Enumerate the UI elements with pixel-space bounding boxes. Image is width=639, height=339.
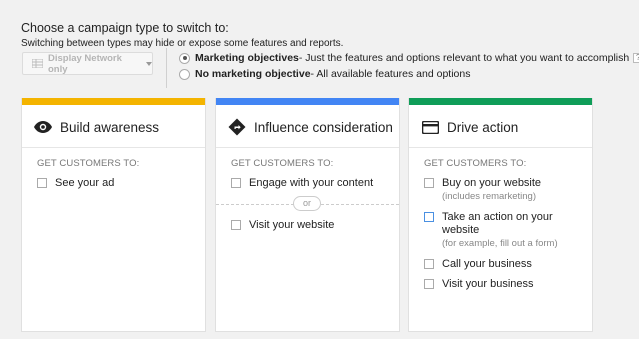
checkbox[interactable] — [424, 178, 434, 188]
option-label: Visit your website — [249, 219, 335, 231]
page-title: Choose a campaign type to switch to: — [21, 21, 229, 35]
checkbox[interactable] — [231, 220, 241, 230]
eye-icon — [34, 118, 52, 136]
card-divider — [409, 147, 592, 148]
option-visit-your-business[interactable]: Visit your business — [424, 278, 592, 290]
option-buy-on-website[interactable]: Buy on your website (includes remarketin… — [424, 177, 592, 203]
grid-icon — [31, 58, 44, 69]
or-label: or — [293, 196, 321, 211]
checkbox[interactable] — [424, 279, 434, 289]
get-customers-label: GET CUSTOMERS TO: — [37, 158, 140, 169]
option-label: See your ad — [55, 177, 115, 189]
option-take-action-on-website[interactable]: Take an action on your website (for exam… — [424, 211, 592, 250]
network-select-value: Display Network only — [48, 52, 122, 75]
radio-marketing-objectives[interactable]: Marketing objectives - Just the features… — [179, 52, 639, 64]
radio-label-desc: - Just the features and options relevant… — [298, 52, 630, 64]
radio-no-marketing-objective[interactable]: No marketing objective - All available f… — [179, 68, 470, 80]
radio-button-checked[interactable] — [179, 52, 190, 64]
option-sublabel: (includes remarketing) — [442, 191, 536, 202]
card-influence-consideration[interactable]: Influence consideration GET CUSTOMERS TO… — [215, 98, 400, 332]
checkbox[interactable] — [424, 259, 434, 269]
option-sublabel: (for example, fill out a form) — [442, 238, 558, 249]
option-label: Call your business — [442, 258, 532, 270]
card-title: Build awareness — [60, 119, 160, 135]
checkbox[interactable] — [231, 178, 241, 188]
credit-card-icon — [421, 118, 439, 136]
card-title: Drive action — [447, 119, 519, 135]
divider — [166, 48, 167, 88]
or-separator: or — [216, 195, 399, 213]
get-customers-label: GET CUSTOMERS TO: — [424, 158, 527, 169]
network-select[interactable]: Display Network only — [22, 52, 153, 75]
page-subtitle: Switching between types may hide or expo… — [21, 38, 344, 49]
directions-icon — [228, 118, 246, 136]
option-label: Take an action on your website — [442, 211, 553, 236]
help-icon[interactable]: ? — [633, 53, 639, 63]
option-label: Engage with your content — [249, 177, 374, 189]
radio-label-desc: - All available features and options — [310, 68, 471, 80]
chevron-down-icon — [146, 61, 152, 66]
card-title: Influence consideration — [254, 119, 393, 135]
card-color-bar — [409, 98, 592, 105]
card-color-bar — [22, 98, 205, 105]
checkbox[interactable] — [37, 178, 47, 188]
option-call-your-business[interactable]: Call your business — [424, 258, 592, 270]
option-visit-your-website[interactable]: Visit your website — [231, 219, 399, 231]
get-customers-label: GET CUSTOMERS TO: — [231, 158, 334, 169]
radio-label-bold: No marketing objective — [195, 68, 311, 80]
card-build-awareness[interactable]: Build awareness GET CUSTOMERS TO: See yo… — [21, 98, 206, 332]
card-divider — [216, 147, 399, 148]
card-color-bar — [216, 98, 399, 105]
radio-button[interactable] — [179, 68, 190, 80]
card-drive-action[interactable]: Drive action GET CUSTOMERS TO: Buy on yo… — [408, 98, 593, 332]
radio-label-bold: Marketing objectives — [195, 52, 299, 64]
option-label: Visit your business — [442, 278, 534, 290]
card-divider — [22, 147, 205, 148]
option-engage-with-content[interactable]: Engage with your content — [231, 177, 399, 189]
option-label: Buy on your website — [442, 177, 542, 189]
checkbox[interactable] — [424, 212, 434, 222]
option-see-your-ad[interactable]: See your ad — [37, 177, 205, 189]
